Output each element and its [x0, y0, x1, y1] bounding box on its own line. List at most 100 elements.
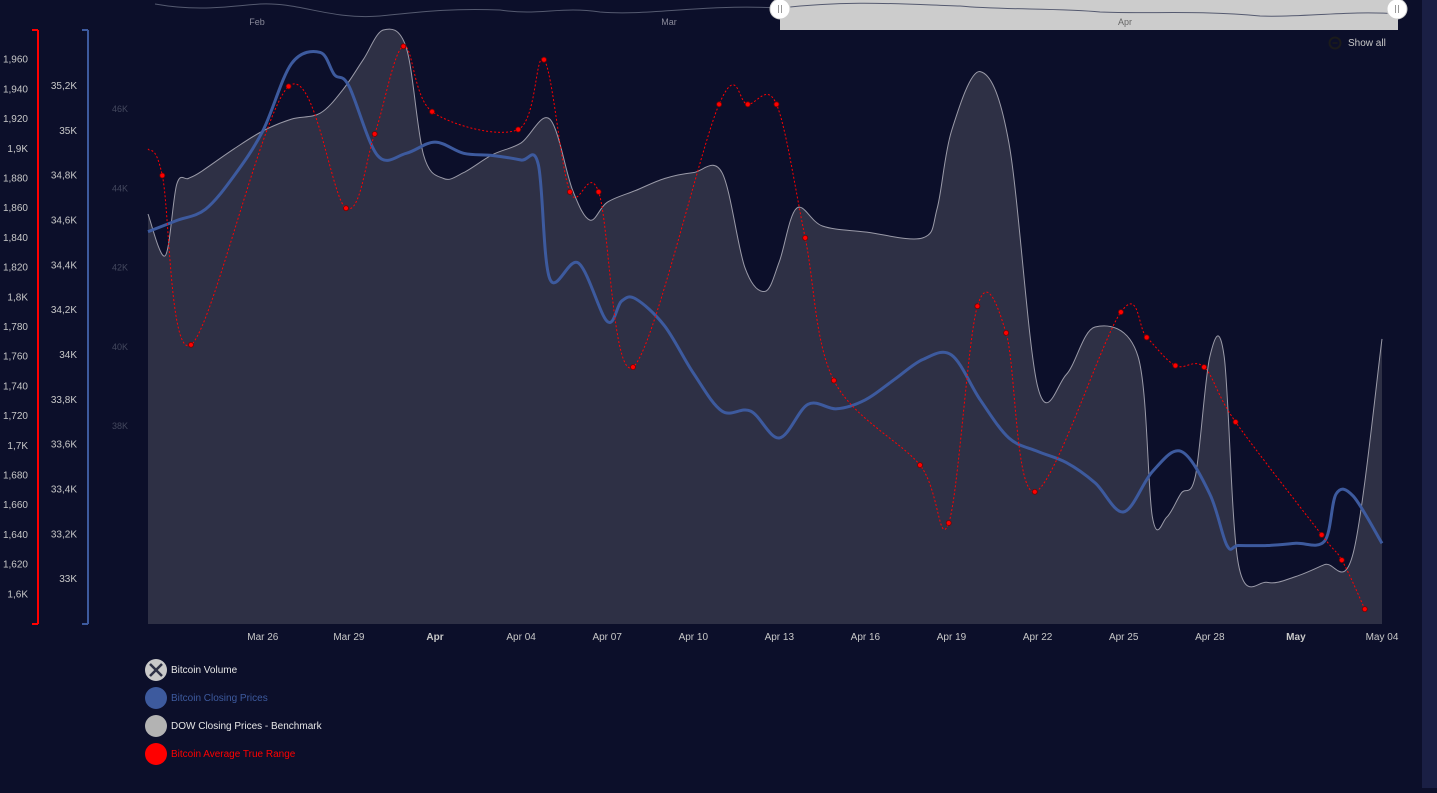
atr-point[interactable] — [1361, 606, 1368, 612]
show-all-button[interactable]: Show all — [1328, 36, 1386, 50]
y-tick-label-atr: 1,820 — [3, 263, 28, 274]
navigator-label: Apr — [1118, 17, 1132, 27]
y-tick-label-dow: 38K — [112, 421, 128, 431]
atr-point[interactable] — [429, 108, 436, 115]
y-tick-label-atr: 1,920 — [3, 114, 28, 125]
atr-point[interactable] — [567, 188, 573, 195]
y-tick-label-btc: 34,6K — [51, 216, 77, 227]
atr-point[interactable] — [1003, 329, 1009, 336]
x-tick-label: Apr 13 — [765, 632, 795, 643]
y-tick-label-dow: 46K — [112, 104, 128, 114]
atr-point[interactable] — [1232, 419, 1239, 425]
atr-point[interactable] — [744, 101, 751, 108]
x-tick-label: Mar 29 — [333, 632, 365, 643]
x-tick-label: Mar 26 — [247, 632, 279, 643]
legend-item-btc[interactable]: Bitcoin Closing Prices — [145, 684, 322, 712]
x-tick-label: Apr 10 — [679, 632, 709, 643]
atr-point[interactable] — [945, 520, 952, 526]
y-tick-label-atr: 1,9K — [7, 144, 28, 155]
atr-point[interactable] — [400, 43, 407, 50]
x-axis: Mar 26 Mar 29 Apr Apr 04 Apr 07 Apr 10 Apr 13 A… — [247, 632, 1399, 643]
y-tick-label-btc: 34,8K — [51, 171, 77, 182]
atr-point[interactable] — [1031, 488, 1038, 495]
y-tick-label-btc: 34K — [59, 350, 77, 361]
x-tick-label: Apr 25 — [1109, 632, 1139, 643]
y-tick-label-dow: 44K — [112, 183, 128, 193]
legend-item-atr[interactable]: Bitcoin Average True Range — [145, 740, 322, 768]
y-tick-label-atr: 1,880 — [3, 174, 28, 185]
atr-point[interactable] — [716, 101, 722, 108]
atr-point[interactable] — [371, 131, 378, 137]
y-tick-label-atr: 1,6K — [7, 589, 28, 600]
legend-swatch-volume — [145, 659, 167, 681]
plot-area — [147, 28, 1384, 624]
atr-point[interactable] — [773, 101, 780, 108]
x-tick-label: Apr 19 — [937, 632, 967, 643]
y-axes: 1,6K 1,620 1,640 1,660 1,680 1,7K 1,720 1,740 1,… — [3, 29, 128, 625]
close-icon — [149, 663, 163, 677]
atr-point[interactable] — [541, 56, 547, 63]
y-tick-label-atr: 1,8K — [7, 292, 28, 303]
y-tick-label-dow: 42K — [112, 263, 128, 273]
y-tick-label-atr: 1,660 — [3, 500, 28, 511]
legend-swatch-dow — [145, 715, 167, 737]
atr-point[interactable] — [285, 83, 292, 90]
legend-swatch-btc — [145, 687, 167, 709]
y-tick-label-atr: 1,960 — [3, 55, 28, 66]
y-tick-label-btc: 33,8K — [51, 395, 77, 406]
y-tick-label-atr: 1,620 — [3, 560, 28, 571]
x-tick-label: Apr 28 — [1195, 632, 1225, 643]
show-all-label: Show all — [1348, 37, 1386, 49]
navigator[interactable]: Feb Mar Apr — [154, 0, 1408, 30]
x-tick-label: Apr — [426, 632, 443, 643]
atr-point[interactable] — [917, 462, 923, 469]
y-tick-label-btc: 34,4K — [51, 260, 77, 271]
y-tick-label-atr: 1,640 — [3, 530, 28, 541]
y-tick-label-btc: 34,2K — [51, 305, 77, 316]
x-tick-label: Apr 04 — [506, 632, 536, 643]
y-tick-label-atr: 1,780 — [3, 322, 28, 333]
atr-point[interactable] — [1318, 532, 1325, 538]
legend-label: DOW Closing Prices - Benchmark — [171, 720, 322, 732]
navigator-label: Feb — [249, 17, 265, 27]
y-tick-label-atr: 1,840 — [3, 233, 28, 244]
legend-item-dow[interactable]: DOW Closing Prices - Benchmark — [145, 712, 322, 740]
navigator-handle-left[interactable] — [769, 0, 791, 20]
x-tick-label: May 04 — [1366, 632, 1399, 643]
atr-point[interactable] — [343, 205, 349, 212]
atr-point[interactable] — [1118, 309, 1124, 316]
atr-point[interactable] — [1201, 364, 1207, 371]
series-area-volume — [148, 29, 1382, 624]
atr-point[interactable] — [831, 377, 837, 384]
legend-item-volume[interactable]: Bitcoin Volume — [145, 656, 322, 684]
legend-label: Bitcoin Volume — [171, 664, 238, 676]
atr-point[interactable] — [515, 126, 522, 133]
y-tick-label-btc: 35,2K — [51, 81, 77, 92]
x-tick-label: Apr 07 — [592, 632, 622, 643]
y-tick-label-btc: 33,6K — [51, 440, 77, 451]
atr-point[interactable] — [1172, 362, 1179, 369]
atr-point[interactable] — [1143, 334, 1150, 341]
y-tick-label-btc: 35K — [59, 126, 77, 137]
y-tick-label-atr: 1,7K — [7, 441, 28, 452]
atr-point[interactable] — [974, 303, 981, 310]
atr-point[interactable] — [188, 341, 194, 348]
x-tick-label: May — [1286, 632, 1306, 643]
y-tick-label-btc: 33K — [59, 574, 77, 585]
atr-point[interactable] — [630, 364, 636, 371]
atr-point[interactable] — [802, 234, 809, 241]
scrollbar-track[interactable] — [1422, 0, 1437, 788]
atr-point[interactable] — [1338, 557, 1345, 563]
y-tick-label-atr: 1,940 — [3, 84, 28, 95]
y-tick-label-atr: 1,860 — [3, 203, 28, 214]
atr-point[interactable] — [595, 188, 602, 195]
atr-point[interactable] — [159, 172, 166, 179]
y-tick-label-atr: 1,760 — [3, 352, 28, 363]
x-tick-label: Apr 22 — [1023, 632, 1053, 643]
legend-swatch-atr — [145, 743, 167, 765]
navigator-handle-right[interactable] — [1386, 0, 1408, 20]
y-tick-label-atr: 1,740 — [3, 381, 28, 392]
y-tick-label-atr: 1,680 — [3, 471, 28, 482]
y-tick-label-btc: 33,2K — [51, 529, 77, 540]
legend-label: Bitcoin Average True Range — [171, 748, 296, 760]
